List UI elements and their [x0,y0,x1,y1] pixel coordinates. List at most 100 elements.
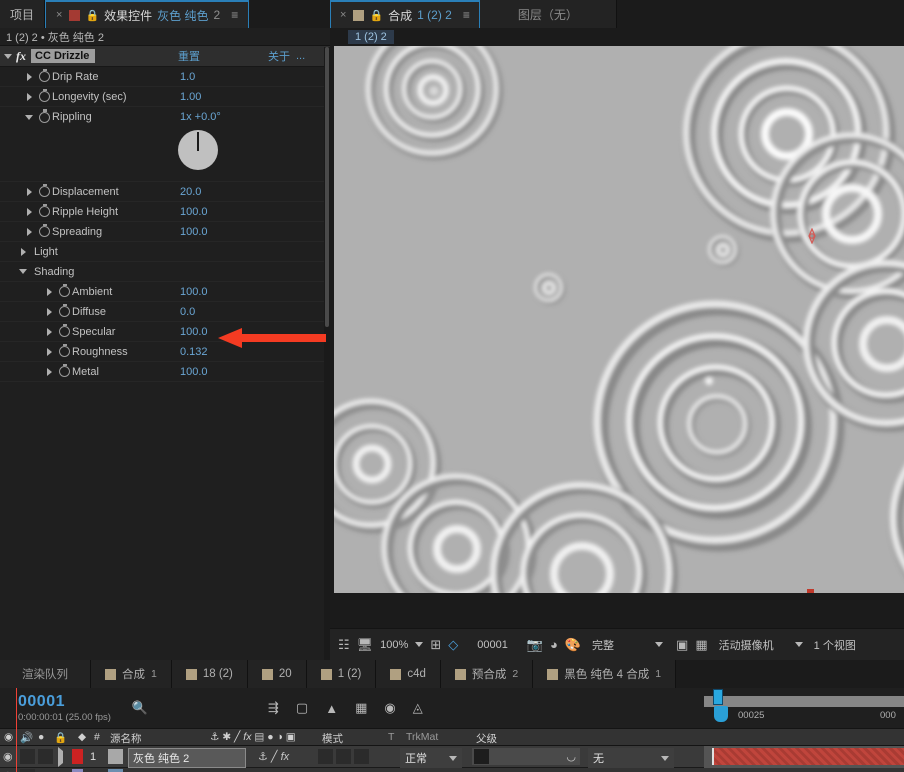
zoom-level-label[interactable]: 100% [380,639,408,651]
timeline-ruler[interactable]: 00025 000 [704,688,904,728]
trkmat-header[interactable]: TrkMat [406,731,438,743]
resolution-label[interactable]: 完整 [592,637,614,653]
property-row-spreading[interactable]: Spreading 100.0 [0,222,330,242]
region-interest-toggle-icon[interactable]: ▣ [676,637,688,653]
scrollbar-thumb[interactable] [325,47,329,327]
property-row-specular[interactable]: Specular 100.0 [0,322,330,342]
twirl-icon[interactable] [46,307,52,316]
stopwatch-icon[interactable] [58,283,70,297]
channel-rgb-icon[interactable]: 🎨 [565,637,581,653]
close-icon[interactable]: × [56,9,62,21]
region-of-interest-icon[interactable]: ⊞ [430,637,441,653]
stopwatch-icon[interactable] [38,183,50,197]
current-time-frames[interactable]: 00001 [18,693,120,711]
layer-mode-dropdown[interactable]: 正常 [400,748,462,768]
layer-switch-box-2[interactable] [336,749,351,764]
table-row-partial[interactable]: ◉ [0,768,904,772]
property-row-rippling[interactable]: Rippling 1x +0.0° [0,107,330,127]
property-group-shading[interactable]: Shading [0,262,330,282]
composition-viewer[interactable] [334,46,904,593]
anchor-point-icon[interactable] [804,228,820,244]
link-icon[interactable]: ⇶ [268,700,279,716]
layer-switch-box-3[interactable] [354,749,369,764]
tab-layer[interactable]: 图层（无） [479,0,617,28]
property-row-ripple-height[interactable]: Ripple Height 100.0 [0,202,330,222]
camera-view-label[interactable]: 活动摄像机 [719,637,774,653]
twirl-icon[interactable] [26,92,32,101]
property-value[interactable]: 100.0 [180,206,208,218]
property-value[interactable]: 100.0 [180,366,208,378]
tab-c4d[interactable]: c4d [376,660,441,688]
stopwatch-icon[interactable] [38,203,50,217]
about-ellipsis[interactable]: ... [296,50,305,62]
twirl-icon[interactable] [26,72,32,81]
tab-comp-1[interactable]: 合成 1 [91,660,172,688]
tab-project[interactable]: 项目 [0,0,46,28]
property-value[interactable]: 1.0 [180,71,195,83]
property-row-drip-rate[interactable]: Drip Rate 1.0 [0,67,330,87]
zoom-dropdown-caret-icon[interactable] [415,642,424,647]
tab-precomp-2[interactable]: 预合成 2 [440,660,534,688]
twirl-icon[interactable] [46,327,52,336]
property-value[interactable]: 100.0 [180,226,208,238]
twirl-icon[interactable] [20,247,26,256]
layer-source-name[interactable]: 灰色 纯色 2 [128,748,246,768]
lock-icon[interactable]: 🔒 [369,9,383,22]
search-input[interactable]: 🔍 [120,688,160,728]
property-row-ambient[interactable]: Ambient 100.0 [0,282,330,302]
toggle-transparency-grid-icon[interactable]: ☷ [338,637,350,653]
3d-renderer-icon[interactable]: ▢ [296,700,308,716]
table-row[interactable]: ◉ 1 灰色 纯色 2 ⚓ ╱ fx 正常 ◡ 无 [0,746,904,768]
t-header[interactable]: T [388,731,394,743]
property-value[interactable]: 0.0 [180,306,195,318]
effect-twirl-icon[interactable] [4,53,12,59]
frame-blending-icon[interactable]: ▦ [355,700,367,716]
property-row-metal[interactable]: Metal 100.0 [0,362,330,382]
graph-editor-icon[interactable]: ◬ [413,700,423,716]
stopwatch-icon[interactable] [58,343,70,357]
lock-toggle-icon[interactable]: 🔒 [54,731,67,744]
stopwatch-icon[interactable] [38,109,50,123]
twirl-icon[interactable] [25,114,33,120]
layer-switch-box-1[interactable] [318,749,333,764]
layer-expand-twirl[interactable] [58,746,63,767]
about-button[interactable]: 关于 [268,48,290,64]
resolution-caret-icon[interactable] [655,642,664,647]
tab-18-2[interactable]: 18 (2) [171,660,248,688]
camera-caret-icon[interactable] [794,642,803,647]
tab-1-2[interactable]: 1 (2) [306,660,377,688]
stopwatch-icon[interactable] [38,88,50,102]
tab-composition[interactable]: × 🔒 合成 1 (2) 2 ≡ [330,0,480,28]
stopwatch-icon[interactable] [58,363,70,377]
parent-header[interactable]: 父级 [476,731,497,746]
timeline-track[interactable] [704,746,904,768]
label-color-icon[interactable]: ◆ [78,731,86,743]
property-value[interactable]: 1.00 [180,91,201,103]
layer-audio-toggle[interactable] [20,749,35,764]
close-icon[interactable]: × [340,9,346,21]
breadcrumb[interactable]: 1 (2) 2 [348,30,394,44]
current-time-display[interactable]: 00001 0:00:00:01 (25.00 fps) [0,688,120,728]
work-area-bar[interactable] [704,696,904,707]
layer-video-toggle[interactable]: ◉ [3,750,13,763]
property-row-roughness[interactable]: Roughness 0.132 [0,342,330,362]
twirl-icon[interactable] [26,227,32,236]
tab-render-queue[interactable]: 渲染队列 [0,660,91,688]
effect-name-label[interactable]: CC Drizzle [31,49,96,63]
property-value[interactable]: 0.132 [180,346,208,358]
twirl-icon[interactable] [46,347,52,356]
property-value[interactable]: 100.0 [180,326,208,338]
property-value[interactable]: 20.0 [180,186,201,198]
region-of-interest-handle[interactable] [807,589,814,593]
monitor-icon[interactable]: 🖥 [357,637,374,653]
source-name-header[interactable]: 源名称 [110,731,142,746]
layer-parent-dropdown[interactable]: 无 [588,748,674,768]
reset-button[interactable]: 重置 [178,48,200,64]
transparency-grid-icon[interactable]: ◇ [448,637,458,653]
layer-number-header[interactable]: # [94,731,100,743]
stopwatch-icon[interactable] [58,323,70,337]
tab-black-solid-4[interactable]: 黑色 纯色 4 合成 1 [533,660,677,688]
twirl-icon[interactable] [19,269,27,274]
tab-effect-controls[interactable]: × 🔒 效果控件 灰色 纯色 2 ≡ [45,0,250,28]
solo-toggle-icon[interactable]: ● [38,731,44,743]
